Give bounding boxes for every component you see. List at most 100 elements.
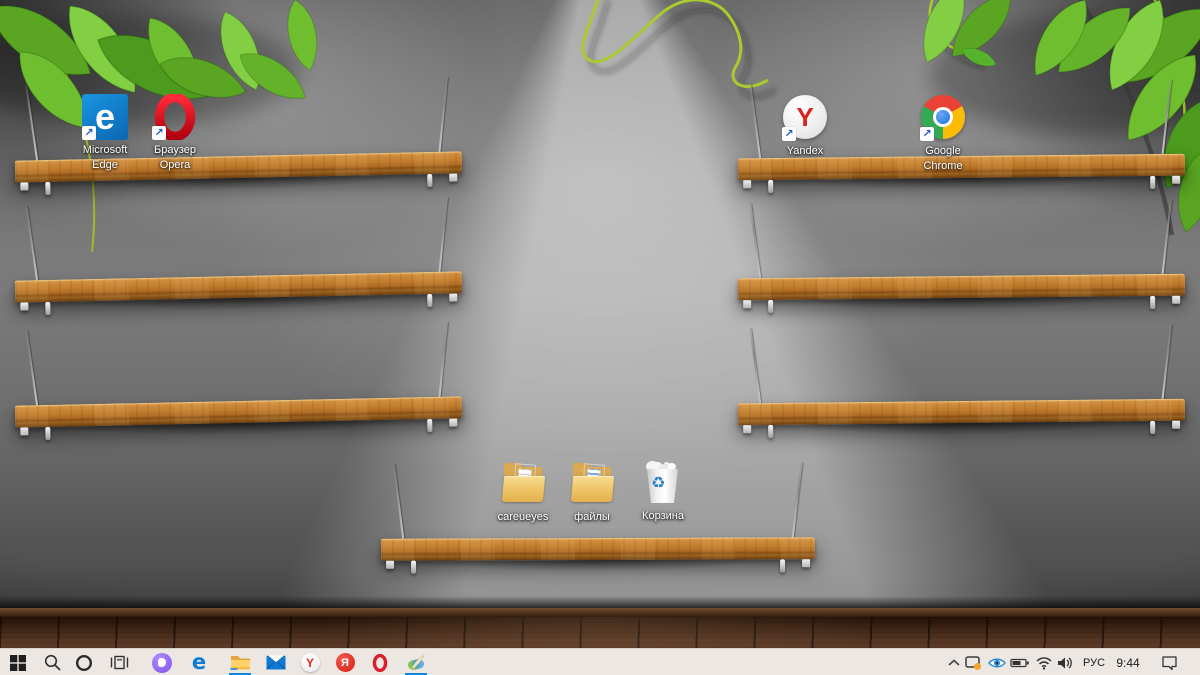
shelf-peg: [1150, 175, 1156, 190]
desktop-icon-label: Корзина: [642, 510, 684, 522]
shelf-peg: [768, 424, 774, 439]
shortcut-arrow-icon: ↗: [782, 127, 796, 141]
shelf-peg: [411, 560, 417, 574]
desktop-icon-opera[interactable]: ↗ Браузер Opera: [139, 92, 211, 173]
shelf-bracket: [1172, 175, 1181, 184]
quill-globe-icon: [408, 654, 425, 670]
file-explorer-icon: [230, 656, 250, 670]
windows-logo-icon: [10, 654, 26, 671]
yandex-browser-button[interactable]: Y: [295, 649, 325, 675]
task-view-button[interactable]: [104, 649, 134, 675]
shelf-board: [737, 398, 1186, 426]
shortcut-arrow-icon: ↗: [152, 126, 166, 140]
notifications-icon: [1161, 656, 1177, 670]
folder-icon: [500, 461, 546, 505]
wall-shadow-strip: [0, 596, 1200, 608]
opera-icon: [372, 653, 388, 672]
shelf-peg: [45, 301, 51, 316]
shelf-peg: [780, 559, 786, 573]
action-center-button[interactable]: [1152, 649, 1186, 675]
taskbar: e Y Я РУС 9:44: [0, 648, 1200, 675]
desktop-icon-recycle-bin[interactable]: ♻ Корзина: [627, 460, 699, 524]
desktop-icon-files[interactable]: файлы: [556, 461, 628, 525]
desktop-icon-label: Yandex: [786, 145, 824, 157]
desktop: e ↗ Microsoft Edge ↗ Браузер Opera Y ↗ Yan…: [0, 0, 1200, 675]
task-view-icon: [110, 655, 128, 670]
recycle-bin-icon: ♻: [640, 460, 686, 506]
shelf-bracket: [449, 173, 458, 182]
wood-planks: [0, 617, 1200, 648]
edge-icon: e: [191, 650, 207, 674]
folder-icon: [569, 461, 615, 505]
language-indicator[interactable]: РУС: [1078, 649, 1110, 675]
mail-icon: [266, 655, 286, 670]
alice-icon: [152, 652, 172, 673]
shelf-bracket: [802, 559, 811, 568]
battery-icon: [1010, 658, 1029, 667]
careueyes-monitor-icon: [965, 656, 981, 670]
desktop-icon-yandex[interactable]: Y ↗ Yandex: [769, 94, 841, 159]
shelf-bracket: [449, 418, 458, 427]
cortana-icon: [75, 654, 93, 671]
file-explorer-button[interactable]: [225, 649, 255, 675]
shelf-bracket: [20, 302, 29, 311]
yandex-app-button[interactable]: Я: [330, 649, 360, 675]
search-button[interactable]: [37, 649, 67, 675]
clock[interactable]: 9:44: [1110, 649, 1146, 675]
desktop-icon-label: Microsoft Edge: [82, 144, 128, 171]
desktop-icon-careueyes[interactable]: careueyes: [487, 461, 559, 525]
wifi-tray-button[interactable]: [1033, 649, 1055, 675]
shelf-peg: [45, 181, 51, 196]
shelf-bracket: [1172, 420, 1181, 429]
battery-tray-button[interactable]: [1008, 649, 1032, 675]
desktop-icon-label: Браузер Opera: [154, 144, 196, 171]
wall-shelf-right-3: [737, 323, 1186, 439]
careueyes-tray-button[interactable]: [962, 649, 984, 675]
yandex-alice-button[interactable]: [147, 649, 177, 675]
desktop-icon-google-chrome[interactable]: ↗ Google Chrome: [907, 94, 979, 174]
shelf-bracket: [386, 560, 395, 569]
quill-app-button[interactable]: [401, 649, 431, 675]
shelf-peg: [1150, 295, 1156, 310]
eye-protection-tray-button[interactable]: [985, 649, 1009, 675]
shelf-peg: [768, 179, 774, 194]
shelf-bracket: [743, 180, 752, 189]
baseboard: [0, 608, 1200, 617]
start-button[interactable]: [3, 649, 33, 675]
shelf-board: [737, 273, 1186, 301]
desktop-icon-microsoft-edge[interactable]: e ↗ Microsoft Edge: [69, 94, 141, 173]
shelf-peg: [427, 418, 433, 433]
shelf-peg: [45, 426, 51, 441]
hidden-icons-chevron[interactable]: [944, 649, 964, 675]
desktop-icon-label: файлы: [574, 511, 610, 523]
volume-tray-button[interactable]: [1054, 649, 1076, 675]
wallpaper-floor: [0, 596, 1200, 648]
wifi-icon: [1036, 656, 1052, 670]
shelf-peg: [427, 173, 433, 188]
shelf-bracket: [1172, 295, 1181, 304]
wall-shelf-center: [380, 461, 816, 574]
search-icon: [44, 654, 60, 671]
yandex-app-icon: Я: [335, 653, 355, 672]
shelf-bracket: [20, 427, 29, 436]
edge-taskbar-button[interactable]: e: [184, 649, 214, 675]
desktop-icon-label: Google Chrome: [923, 145, 963, 172]
shortcut-arrow-icon: ↗: [920, 127, 934, 141]
shelf-peg: [1150, 420, 1156, 435]
shelf-bracket: [449, 293, 458, 302]
wall-shelf-right-2: [737, 198, 1186, 314]
shelf-peg: [768, 299, 774, 314]
yandex-browser-icon: Y: [300, 653, 320, 672]
cortana-button[interactable]: [69, 649, 99, 675]
shelf-board: [380, 537, 816, 561]
chevron-up-icon: [948, 658, 960, 666]
eye-icon: [988, 658, 1006, 667]
opera-taskbar-button[interactable]: [365, 649, 395, 675]
shelf-bracket: [20, 182, 29, 191]
shelf-bracket: [743, 300, 752, 309]
speaker-icon: [1058, 657, 1072, 668]
mail-button[interactable]: [261, 649, 291, 675]
shelf-bracket: [743, 425, 752, 434]
desktop-icon-label: careueyes: [497, 511, 549, 523]
shelf-peg: [427, 293, 433, 308]
